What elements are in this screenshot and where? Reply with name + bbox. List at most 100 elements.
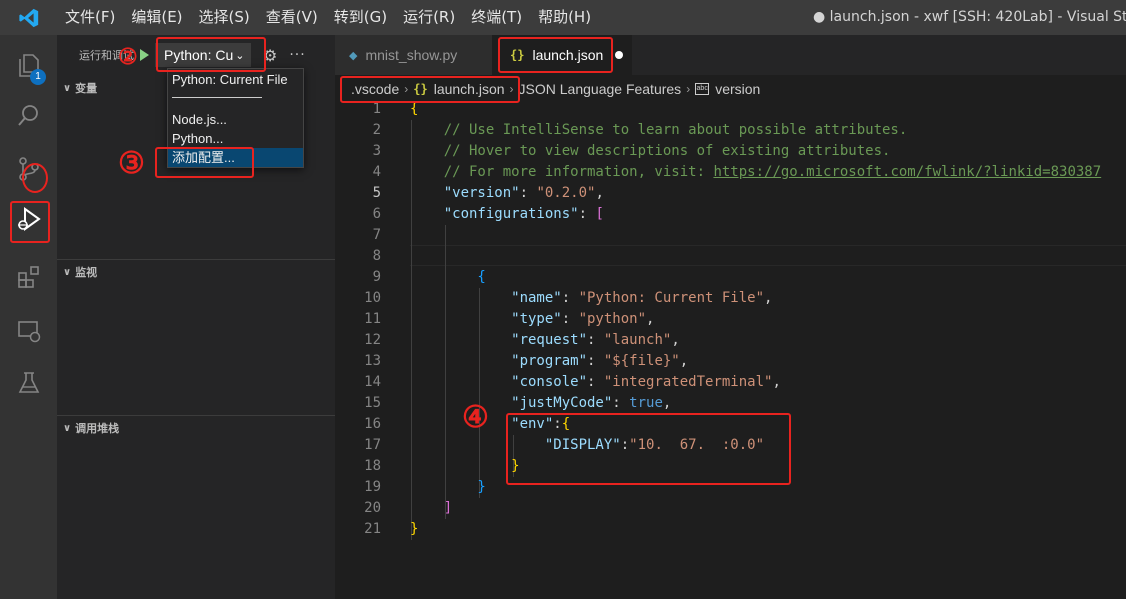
menu-item[interactable]: 查看(V) bbox=[258, 0, 326, 35]
menu-item[interactable]: 运行(R) bbox=[395, 0, 463, 35]
tab-mnist-show[interactable]: ◆ mnist_show.py bbox=[335, 35, 492, 75]
line-number: 7 bbox=[372, 227, 381, 243]
line-number: 12 bbox=[364, 332, 381, 348]
code-token: : bbox=[519, 185, 537, 201]
breadcrumb-version[interactable]: version bbox=[715, 81, 760, 97]
remote-explorer-icon[interactable] bbox=[0, 307, 57, 355]
line-number: 4 bbox=[372, 164, 381, 180]
code-line[interactable]: 6 "configurations": [ bbox=[335, 204, 1126, 225]
start-debugging-icon[interactable] bbox=[140, 49, 149, 61]
code-line[interactable]: 3 // Hover to view descriptions of exist… bbox=[335, 141, 1126, 162]
vscode-logo-icon bbox=[0, 0, 57, 35]
line-number: 3 bbox=[372, 143, 381, 159]
title-bar: 文件(F) 编辑(E) 选择(S) 查看(V) 转到(G) 运行(R) 终端(T) 帮助(H)… bbox=[0, 0, 1126, 35]
chevron-down-icon: ∨ bbox=[63, 82, 72, 94]
menu-item[interactable]: 编辑(E) bbox=[123, 0, 190, 35]
code-token: ] bbox=[410, 500, 453, 516]
code-line[interactable]: 9 { bbox=[335, 267, 1126, 288]
menu-item[interactable]: 文件(F) bbox=[57, 0, 123, 35]
search-icon[interactable] bbox=[0, 91, 57, 139]
code-line[interactable]: 20 ] bbox=[335, 498, 1126, 519]
code-text: "configurations": [ bbox=[410, 204, 604, 225]
code-text: } bbox=[410, 519, 418, 540]
code-token: "Python: Current File" bbox=[578, 290, 765, 306]
menu-bar: 文件(F) 编辑(E) 选择(S) 查看(V) 转到(G) 运行(R) 终端(T) 帮助(H) bbox=[57, 0, 599, 35]
code-token: // Use IntelliSense to learn about possi… bbox=[410, 122, 908, 138]
section-watch[interactable]: ∨ 监视 bbox=[57, 261, 335, 283]
code-line[interactable]: 12 "request": "launch", bbox=[335, 330, 1126, 351]
code-text: } bbox=[410, 477, 485, 498]
extensions-icon[interactable] bbox=[0, 253, 57, 301]
dropdown-item-current-file[interactable]: Python: Current File bbox=[168, 70, 303, 89]
section-watch-label: 监视 bbox=[75, 266, 98, 279]
property-icon: abc bbox=[695, 83, 710, 95]
code-line[interactable]: 14 "console": "integratedTerminal", bbox=[335, 372, 1126, 393]
code-line[interactable]: 5 "version": "0.2.0", bbox=[335, 183, 1126, 204]
explorer-badge: 1 bbox=[30, 69, 46, 85]
code-text: "console": "integratedTerminal", bbox=[410, 372, 781, 393]
code-token: , bbox=[764, 290, 773, 306]
code-token: true bbox=[629, 395, 663, 411]
testing-flask-icon[interactable] bbox=[0, 359, 57, 407]
line-number: 17 bbox=[364, 437, 381, 453]
code-token: "request" bbox=[410, 332, 588, 348]
code-line[interactable]: 21} bbox=[335, 519, 1126, 540]
code-token: "version" bbox=[410, 185, 520, 201]
explorer-icon[interactable]: 1 bbox=[0, 41, 57, 89]
more-actions-icon[interactable]: ··· bbox=[289, 47, 305, 63]
code-token: , bbox=[772, 374, 781, 390]
code-token[interactable]: https://go.microsoft.com/fwlink/?linkid=… bbox=[713, 164, 1101, 180]
annotation-box-config-select bbox=[156, 37, 266, 72]
code-line[interactable]: 10 "name": "Python: Current File", bbox=[335, 288, 1126, 309]
code-line[interactable]: 7 bbox=[335, 225, 1126, 246]
menu-item[interactable]: 帮助(H) bbox=[530, 0, 599, 35]
menu-item[interactable]: 选择(S) bbox=[191, 0, 258, 35]
code-token: "0.2.0" bbox=[536, 185, 596, 201]
menu-item[interactable]: 终端(T) bbox=[463, 0, 530, 35]
code-token: "integratedTerminal" bbox=[603, 374, 773, 390]
code-text: // For more information, visit: https://… bbox=[410, 162, 1101, 183]
section-callstack[interactable]: ∨ 调用堆栈 bbox=[57, 417, 335, 439]
code-token: // For more information, visit: bbox=[410, 164, 714, 180]
section-variables-label: 变量 bbox=[75, 82, 98, 95]
activity-bar: 1 bbox=[0, 35, 57, 599]
annotation-box-run-debug bbox=[10, 201, 50, 243]
section-divider bbox=[57, 415, 335, 416]
annotation-number-4: ④ bbox=[462, 400, 489, 435]
line-number: 21 bbox=[364, 521, 381, 537]
breadcrumb-json-features[interactable]: JSON Language Features bbox=[519, 81, 682, 97]
code-text: "name": "Python: Current File", bbox=[410, 288, 772, 309]
code-token: : bbox=[578, 206, 596, 222]
code-text: "justMyCode": true, bbox=[410, 393, 671, 414]
annotation-box-launch-tab bbox=[498, 37, 613, 73]
line-number: 15 bbox=[364, 395, 381, 411]
unsaved-dot-icon[interactable] bbox=[615, 51, 624, 59]
code-token: [ bbox=[595, 206, 604, 222]
annotation-circle bbox=[22, 163, 48, 193]
code-token: "${file}" bbox=[603, 353, 680, 369]
code-line[interactable]: 8 bbox=[335, 246, 1126, 267]
code-line[interactable]: 4 // For more information, visit: https:… bbox=[335, 162, 1126, 183]
code-token: : bbox=[561, 311, 579, 327]
code-token: { bbox=[410, 101, 419, 117]
code-token: "launch" bbox=[603, 332, 672, 348]
code-text: } bbox=[410, 456, 520, 477]
code-line[interactable]: 11 "type": "python", bbox=[335, 309, 1126, 330]
line-number: 6 bbox=[372, 206, 381, 222]
code-text: // Use IntelliSense to learn about possi… bbox=[410, 120, 908, 141]
dropdown-item-python[interactable]: Python... bbox=[168, 129, 303, 148]
menu-item[interactable]: 转到(G) bbox=[326, 0, 395, 35]
code-line[interactable]: 13 "program": "${file}", bbox=[335, 351, 1126, 372]
code-text: // Hover to view descriptions of existin… bbox=[410, 141, 891, 162]
code-text: "program": "${file}", bbox=[410, 351, 688, 372]
code-line[interactable]: 15 "justMyCode": true, bbox=[335, 393, 1126, 414]
dropdown-item-nodejs[interactable]: Node.js... bbox=[168, 110, 303, 129]
editor-tabs: ◆ mnist_show.py {} launch.json bbox=[335, 35, 1126, 75]
annotation-number-3: ③ bbox=[118, 146, 145, 181]
line-number: 19 bbox=[364, 479, 381, 495]
line-number: 20 bbox=[364, 500, 381, 516]
code-line[interactable]: 2 // Use IntelliSense to learn about pos… bbox=[335, 120, 1126, 141]
section-divider bbox=[57, 259, 335, 260]
code-token: : bbox=[612, 395, 630, 411]
code-token: } bbox=[410, 458, 520, 474]
